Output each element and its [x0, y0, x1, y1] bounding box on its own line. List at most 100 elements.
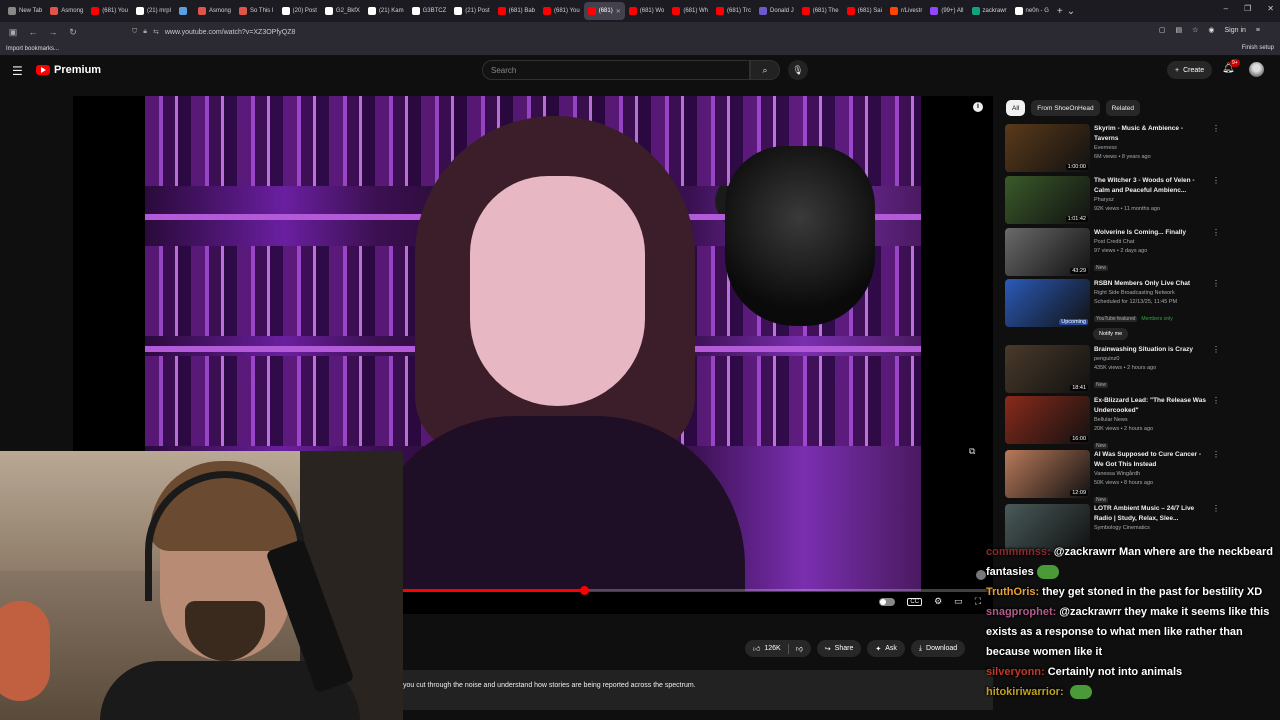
video-thumbnail[interactable]: 18:41	[1005, 345, 1090, 393]
progress-scrubber[interactable]	[579, 586, 589, 595]
tab-close-icon[interactable]: ✕	[616, 8, 621, 15]
channel-name[interactable]: Everness	[1094, 144, 1206, 153]
like-count[interactable]: 126K	[764, 645, 780, 652]
video-title[interactable]: AI Was Supposed to Cure Cancer - We Got …	[1094, 450, 1206, 470]
recommendation-item[interactable]: 18:41 Brainwashing Situation is Crazy peng…	[1005, 345, 1220, 393]
menu-icon[interactable]: ≡	[1256, 27, 1260, 34]
autoplay-toggle[interactable]	[879, 597, 896, 606]
chip-all[interactable]: All	[1006, 100, 1026, 116]
settings-gear-icon[interactable]: ⚙	[934, 596, 942, 607]
browser-tab[interactable]: ne0n - G	[1011, 2, 1053, 20]
share-button[interactable]: ↪ Share	[816, 640, 862, 657]
new-tab-icon[interactable]: +	[1057, 6, 1063, 17]
browser-tab[interactable]: (681) The	[798, 2, 843, 20]
chat-username[interactable]: TruthOris:	[986, 586, 1039, 598]
voice-search-button[interactable]: 🎙︎	[788, 60, 808, 80]
chat-username[interactable]: hitokiriwarrior:	[986, 686, 1064, 698]
back-icon[interactable]: ←	[28, 27, 38, 37]
channel-name[interactable]: Post Credit Chat	[1094, 238, 1206, 247]
theater-mode-icon[interactable]: ▭	[954, 596, 963, 607]
chip-related[interactable]: Related	[1105, 100, 1141, 116]
chat-username[interactable]: commmnss:	[986, 546, 1051, 558]
browser-tab[interactable]: (681) You	[87, 2, 132, 20]
reader-icon[interactable]: ▤	[1175, 26, 1182, 34]
browser-tab[interactable]: (681) Trc	[712, 2, 755, 20]
browser-tab[interactable]: So This I	[235, 2, 278, 20]
browser-tab[interactable]: zackrawr	[968, 2, 1011, 20]
more-options-icon[interactable]: ⋮	[1212, 176, 1220, 185]
browser-tab[interactable]	[175, 2, 194, 20]
more-options-icon[interactable]: ⋮	[1212, 504, 1220, 513]
browser-tab[interactable]: (21) Kam	[364, 2, 408, 20]
search-button[interactable]: ⌕	[750, 60, 780, 80]
bookmark-star-icon[interactable]: ☆	[1192, 26, 1198, 34]
browser-tab[interactable]: (99+) All	[926, 2, 967, 20]
avatar[interactable]	[1249, 62, 1264, 77]
recommendation-item[interactable]: 43:29 Wolverine Is Coming... Finally Post …	[1005, 228, 1220, 276]
chat-username[interactable]: snagprophet:	[986, 606, 1056, 618]
browser-tab[interactable]: r/Livestr	[886, 2, 926, 20]
browser-tab[interactable]: (681) Sai	[843, 2, 886, 20]
video-thumbnail[interactable]: 1:00:00	[1005, 124, 1090, 172]
video-thumbnail[interactable]: 16:00	[1005, 396, 1090, 444]
guide-menu-icon[interactable]: ☰	[12, 64, 23, 78]
more-options-icon[interactable]: ⋮	[1212, 345, 1220, 354]
dislike-icon[interactable]: 👎︎	[796, 644, 803, 653]
close-icon[interactable]: ✕	[1267, 4, 1274, 13]
channel-name[interactable]: Bellular News	[1094, 416, 1206, 425]
browser-tab[interactable]: Donald J	[755, 2, 798, 20]
browser-tab[interactable]: G3BTCZ	[408, 2, 451, 20]
channel-name[interactable]: Symbology Cinematics	[1094, 524, 1206, 533]
browser-tab[interactable]: (681) Wo	[625, 2, 669, 20]
recommendation-item[interactable]: 1:00:00 Skyrim - Music & Ambience - Taver…	[1005, 124, 1220, 172]
more-options-icon[interactable]: ⋮	[1212, 279, 1220, 288]
recommendation-item[interactable]: 16:00 Ex-Blizzard Lead: "The Release Was …	[1005, 396, 1220, 450]
more-options-icon[interactable]: ⋮	[1212, 228, 1220, 237]
address-bar[interactable]: ⛉ 🔒︎ ⇆ www.youtube.com/watch?v=XZ3OPfyQZ…	[132, 25, 1052, 39]
notify-me-button[interactable]: Notify me	[1093, 328, 1129, 340]
video-thumbnail[interactable]: Upcoming	[1005, 279, 1090, 327]
finish-setup-link[interactable]: Finish setup	[1242, 45, 1274, 51]
browser-tab[interactable]: (681) You	[539, 2, 584, 20]
video-title[interactable]: Ex-Blizzard Lead: "The Release Was Under…	[1094, 396, 1206, 416]
recommendation-item[interactable]: 12:09 AI Was Supposed to Cure Cancer - We…	[1005, 450, 1220, 504]
extension-icon[interactable]: ▢	[1159, 26, 1166, 34]
maximize-icon[interactable]: ❐	[1244, 4, 1251, 13]
channel-name[interactable]: penguinz0	[1094, 355, 1206, 364]
miniplayer-icon[interactable]: ⧉	[969, 446, 975, 457]
video-title[interactable]: Wolverine Is Coming... Finally	[1094, 228, 1206, 238]
reload-icon[interactable]: ↻	[68, 27, 78, 38]
browser-tab[interactable]: Asmong	[194, 2, 235, 20]
video-thumbnail[interactable]: 12:09	[1005, 450, 1090, 498]
video-thumbnail[interactable]: 1:01:42	[1005, 176, 1090, 224]
browser-tab[interactable]: Asmong	[46, 2, 87, 20]
account-icon[interactable]: ◉	[1208, 26, 1214, 34]
more-options-icon[interactable]: ⋮	[1212, 396, 1220, 405]
download-button[interactable]: ⤓ Download	[910, 640, 966, 657]
import-bookmarks-link[interactable]: Import bookmarks...	[6, 46, 59, 52]
chat-username[interactable]: silveryonn:	[986, 666, 1045, 678]
video-title[interactable]: LOTR Ambient Music – 24/7 Live Radio | S…	[1094, 504, 1206, 524]
recommendation-item[interactable]: Upcoming RSBN Members Only Live Chat Right…	[1005, 279, 1220, 327]
tab-list-icon[interactable]: ⌄	[1067, 6, 1075, 17]
browser-tab[interactable]: G2_BkfX	[321, 2, 364, 20]
like-icon[interactable]: 👍︎	[753, 644, 760, 653]
video-thumbnail[interactable]: 43:29	[1005, 228, 1090, 276]
create-button[interactable]: + Create	[1167, 61, 1213, 79]
chip-from-channel[interactable]: From ShoeOnHead	[1031, 100, 1100, 116]
video-title[interactable]: The Witcher 3 - Woods of Velen - Calm an…	[1094, 176, 1206, 196]
channel-name[interactable]: Vanessa Wingårdh	[1094, 470, 1206, 479]
browser-tab[interactable]: (20) Post	[278, 2, 321, 20]
info-icon[interactable]: i	[973, 102, 983, 112]
more-options-icon[interactable]: ⋮	[1212, 124, 1220, 133]
captions-icon[interactable]: CC	[907, 597, 923, 606]
browser-tab[interactable]: (21) Post	[450, 2, 493, 20]
browser-tab[interactable]: (681) Wh	[668, 2, 712, 20]
browser-tab[interactable]: (681) Bab	[494, 2, 539, 20]
recommendation-item[interactable]: 1:01:42 The Witcher 3 - Woods of Velen - …	[1005, 176, 1220, 224]
more-options-icon[interactable]: ⋮	[1212, 450, 1220, 459]
channel-name[interactable]: Pharysz	[1094, 196, 1206, 205]
channel-name[interactable]: Right Side Broadcasting Network	[1094, 289, 1206, 298]
forward-icon[interactable]: →	[48, 27, 58, 37]
minimize-icon[interactable]: –	[1224, 4, 1228, 13]
